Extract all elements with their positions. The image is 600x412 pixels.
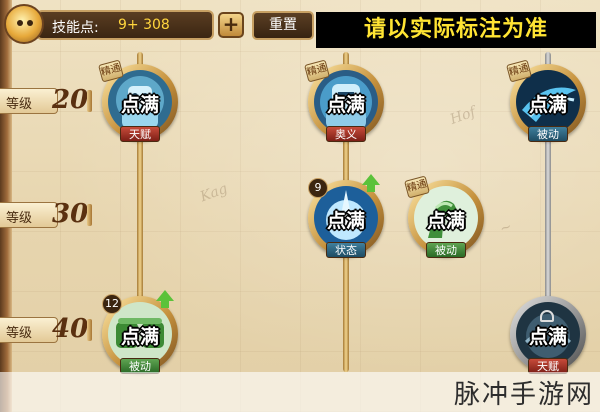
skill-points-label: 技能点: <box>52 20 99 36</box>
skill-points-value: 9+ 308 <box>118 17 170 33</box>
skill-status: 点满 <box>528 326 567 348</box>
reset-button[interactable]: 重置 <box>252 11 314 40</box>
level-marker: 等级 30 <box>0 198 94 232</box>
level-number: 30 <box>52 199 89 229</box>
skill-points-panel: 技能点: 9+ 308 <box>36 10 214 40</box>
level-marker: 等级 20 <box>0 84 94 118</box>
skill-type-banner: 被动 <box>426 242 466 258</box>
skill-status: 点满 <box>426 210 465 232</box>
lock-icon <box>540 310 554 322</box>
skill-node[interactable]: 精通 点满 被动 <box>506 59 586 142</box>
add-points-button[interactable]: + <box>218 12 244 38</box>
watermark-text: 脉冲手游网 <box>453 380 594 410</box>
skill-status: 点满 <box>528 94 567 116</box>
skill-node[interactable]: 精通 点满 被动 <box>404 175 484 258</box>
skill-status: 点满 <box>120 326 159 348</box>
skill-status: 点满 <box>120 94 159 116</box>
skill-node-locked[interactable]: 点满 天赋 <box>510 296 586 374</box>
skill-level-count: 9 <box>308 178 328 198</box>
skill-node[interactable]: 精通 点满 奥义 <box>304 59 384 142</box>
level-label: 等级 <box>6 97 33 112</box>
skill-type-banner: 天赋 <box>120 126 160 142</box>
upgrade-arrow-icon <box>362 174 380 192</box>
level-marker: 等级 40 <box>0 313 94 347</box>
skill-level-count: 12 <box>102 294 122 314</box>
top-bar: 技能点: 9+ 308 + 重置 请以实际标注为准 <box>0 0 600 52</box>
level-number: 40 <box>52 314 89 344</box>
skill-status: 点满 <box>326 210 365 232</box>
skill-type-banner: 状态 <box>326 242 366 258</box>
skill-status: 点满 <box>326 94 365 116</box>
skill-node[interactable]: 9 点满 状态 <box>308 174 384 258</box>
snail-avatar-icon[interactable] <box>4 4 44 44</box>
skill-type-banner: 被动 <box>528 126 568 142</box>
skill-node[interactable]: 12 点满 被动 <box>102 290 178 374</box>
skill-node[interactable]: 精通 点满 天赋 <box>98 59 178 142</box>
level-label: 等级 <box>6 211 33 226</box>
skill-type-banner: 奥义 <box>326 126 366 142</box>
level-number: 20 <box>52 85 89 115</box>
notice-banner: 请以实际标注为准 <box>316 12 596 48</box>
level-label: 等级 <box>6 326 33 341</box>
upgrade-arrow-icon <box>156 290 174 308</box>
